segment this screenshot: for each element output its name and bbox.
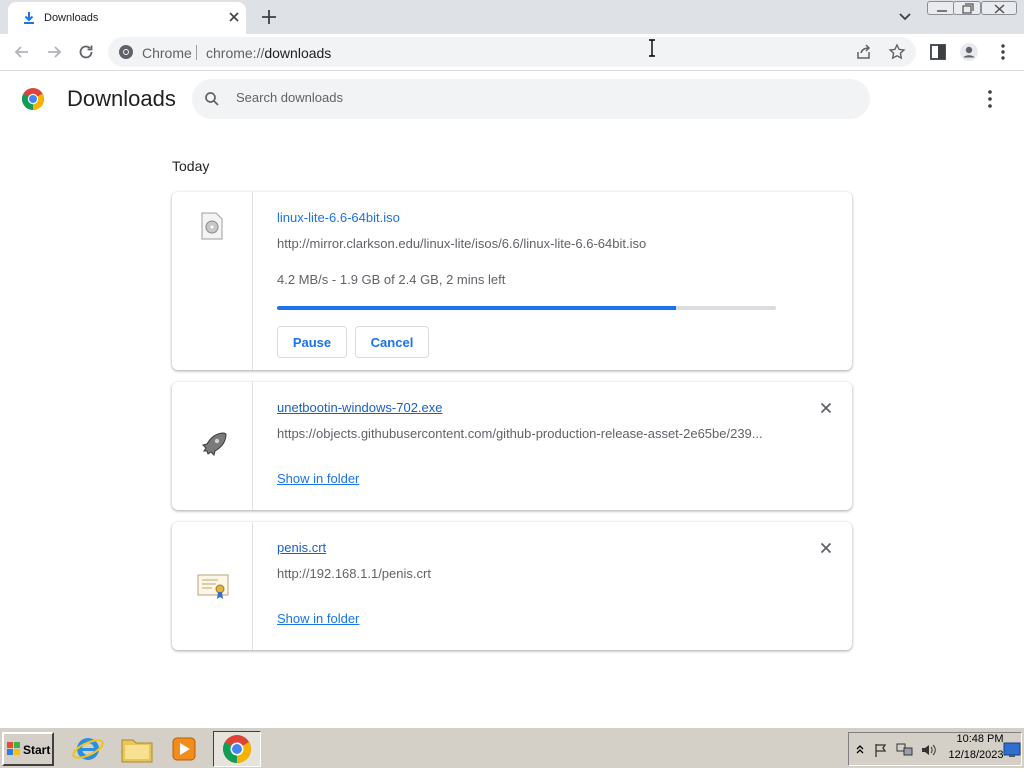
file-icon-column xyxy=(172,522,253,650)
restore-icon xyxy=(962,3,974,14)
windows-flag-icon xyxy=(7,742,20,755)
download-progress-bar xyxy=(277,306,776,310)
show-in-folder-link[interactable]: Show in folder xyxy=(277,611,359,626)
omnibox-chip-label: Chrome xyxy=(142,45,192,61)
chrome-page-icon xyxy=(119,45,133,59)
disc-file-icon xyxy=(201,212,223,240)
chrome-logo-icon xyxy=(22,88,44,110)
omnibox-divider xyxy=(196,45,197,60)
progress-fill xyxy=(277,306,677,310)
folder-icon xyxy=(121,739,153,763)
browser-toolbar: Chrome chrome://downloads xyxy=(0,34,1024,71)
tab-title: Downloads xyxy=(44,12,99,24)
restore-button[interactable] xyxy=(953,1,981,15)
url-path: downloads xyxy=(264,45,332,61)
file-icon-column xyxy=(172,382,253,510)
pause-button[interactable]: Pause xyxy=(277,326,347,358)
chrome-taskbar-icon xyxy=(223,735,251,763)
forward-arrow-icon[interactable] xyxy=(44,42,64,62)
browser-menu-icon[interactable] xyxy=(993,42,1013,62)
new-tab-icon[interactable] xyxy=(258,6,280,28)
address-bar[interactable]: Chrome chrome://downloads xyxy=(108,37,916,67)
internet-explorer-icon xyxy=(72,738,104,760)
close-icon xyxy=(994,4,1005,14)
more-actions-icon[interactable] xyxy=(980,88,1000,110)
start-button[interactable]: Start xyxy=(2,732,54,766)
tab-search-chevron-icon[interactable] xyxy=(896,8,914,26)
search-input[interactable] xyxy=(236,90,836,105)
back-arrow-icon[interactable] xyxy=(12,42,32,62)
rocket-app-icon xyxy=(202,432,227,456)
remove-from-list-icon[interactable] xyxy=(817,399,835,417)
minimize-icon xyxy=(937,10,947,12)
taskbar-file-explorer[interactable] xyxy=(115,731,159,767)
show-in-folder-link[interactable]: Show in folder xyxy=(277,471,359,486)
taskbar: Start xyxy=(0,727,1024,768)
side-panel-icon[interactable] xyxy=(928,42,948,62)
clock-time[interactable]: 10:48 PM xyxy=(950,733,1010,745)
source-url-link[interactable]: http://mirror.clarkson.edu/linux-lite/is… xyxy=(277,236,772,251)
taskbar-chrome[interactable] xyxy=(213,731,261,767)
search-icon xyxy=(205,92,219,106)
tab-downloads[interactable]: Downloads xyxy=(8,2,246,34)
download-item: unetbootin-windows-702.exe https://objec… xyxy=(172,382,852,510)
network-icon[interactable] xyxy=(896,742,914,758)
search-box[interactable] xyxy=(192,79,870,119)
download-item: linux-lite-6.6-64bit.iso http://mirror.c… xyxy=(172,192,852,370)
download-item: penis.crt http://192.168.1.1/penis.crt S… xyxy=(172,522,852,650)
profile-avatar-icon[interactable] xyxy=(959,42,979,62)
clock-date[interactable]: 12/18/2023 xyxy=(944,749,1008,761)
file-name-link[interactable]: unetbootin-windows-702.exe xyxy=(277,400,443,415)
tray-expand-icon[interactable] xyxy=(855,743,865,755)
certificate-icon xyxy=(197,574,229,599)
remove-from-list-icon[interactable] xyxy=(817,539,835,557)
date-section-heading: Today xyxy=(172,158,210,174)
file-icon-column xyxy=(172,192,253,370)
volume-icon[interactable] xyxy=(920,742,938,758)
url-scheme: chrome:// xyxy=(206,45,265,61)
cancel-button[interactable]: Cancel xyxy=(355,326,429,358)
tab-strip: Downloads xyxy=(0,0,1024,34)
bookmark-star-icon[interactable] xyxy=(888,43,906,61)
page-title: Downloads xyxy=(67,86,176,111)
reload-icon[interactable] xyxy=(76,42,96,62)
taskbar-media-player[interactable] xyxy=(162,731,206,767)
media-player-icon xyxy=(172,737,196,761)
share-icon[interactable] xyxy=(856,44,872,60)
taskbar-internet-explorer[interactable] xyxy=(66,731,110,767)
url-text[interactable]: chrome://downloads xyxy=(206,45,331,61)
tab-close-icon[interactable] xyxy=(226,9,242,25)
source-url-link[interactable]: http://192.168.1.1/penis.crt xyxy=(277,566,772,581)
source-url-link[interactable]: https://objects.githubusercontent.com/gi… xyxy=(277,426,772,441)
start-label: Start xyxy=(23,743,51,757)
file-name-link[interactable]: linux-lite-6.6-64bit.iso xyxy=(277,210,400,225)
text-cursor-icon xyxy=(649,39,655,57)
close-window-button[interactable] xyxy=(981,1,1017,15)
download-icon xyxy=(24,12,34,24)
minimize-button[interactable] xyxy=(927,1,955,15)
file-name-link[interactable]: penis.crt xyxy=(277,540,326,555)
download-status: 4.2 MB/s - 1.9 GB of 2.4 GB, 2 mins left xyxy=(277,272,506,287)
action-center-flag-icon[interactable] xyxy=(873,742,889,758)
